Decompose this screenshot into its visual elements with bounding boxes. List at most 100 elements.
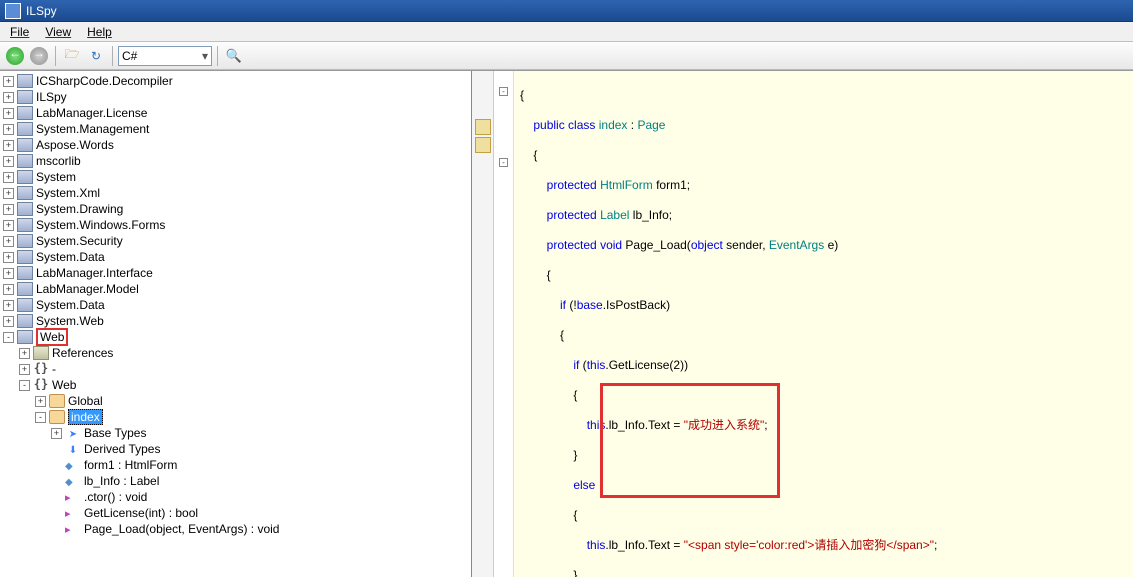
tree-node-index[interactable]: -index <box>3 409 471 425</box>
tree-node[interactable]: +System.Management <box>3 121 471 137</box>
expand-icon[interactable]: + <box>3 76 14 87</box>
tree-node[interactable]: + System.Windows.Forms <box>3 217 471 233</box>
tree-node[interactable]: +{}- <box>3 361 471 377</box>
tree-label: LabManager.License <box>36 106 147 120</box>
tree-node[interactable]: +System.Drawing <box>3 201 471 217</box>
folder-icon: 🗁 <box>65 45 80 66</box>
tree-label: ILSpy <box>36 90 67 104</box>
tree-node[interactable]: .ctor() : void <box>3 489 471 505</box>
tree-node[interactable]: GetLicense(int) : bool <box>3 505 471 521</box>
tree-node[interactable]: +Global <box>3 393 471 409</box>
expand-icon[interactable]: + <box>3 300 14 311</box>
tree-label: System.Web <box>36 314 104 328</box>
tree-label: System <box>36 170 76 184</box>
tree-node-web[interactable]: -Web <box>3 329 471 345</box>
tree-node[interactable]: Page_Load(object, EventArgs) : void <box>3 521 471 537</box>
tree-label: LabManager.Model <box>36 282 139 296</box>
nav-forward-button[interactable] <box>28 45 50 67</box>
assembly-icon <box>17 90 33 104</box>
expand-icon[interactable]: + <box>3 316 14 327</box>
collapse-icon[interactable]: - <box>3 332 14 343</box>
method-icon <box>65 522 81 536</box>
tree-node[interactable]: + LabManager.Model <box>3 281 471 297</box>
tree-label: System.Windows.Forms <box>36 218 165 232</box>
tree-node[interactable]: +System.Data <box>3 249 471 265</box>
tree-node[interactable]: + LabManager.License <box>3 105 471 121</box>
tree-node[interactable]: form1 : HtmlForm <box>3 457 471 473</box>
tree-label: Base Types <box>84 426 146 440</box>
menu-file[interactable]: File <box>2 23 37 41</box>
tree-node[interactable]: + Base Types <box>3 425 471 441</box>
tree-label: .ctor() : void <box>84 490 147 504</box>
expand-icon[interactable]: + <box>3 284 14 295</box>
tree-node[interactable]: +References <box>3 345 471 361</box>
spacer <box>51 508 62 519</box>
expand-icon[interactable]: + <box>19 348 30 359</box>
tree-node[interactable]: +mscorlib <box>3 153 471 169</box>
assembly-icon <box>17 282 33 296</box>
basetypes-icon <box>65 426 81 440</box>
tree-node[interactable]: +System.Xml <box>3 185 471 201</box>
expand-icon[interactable]: + <box>3 108 14 119</box>
tree-label: ICSharpCode.Decompiler <box>36 74 173 88</box>
gutter-icon[interactable] <box>475 137 491 153</box>
tree-label: form1 : HtmlForm <box>84 458 177 472</box>
expand-icon[interactable]: + <box>19 364 30 375</box>
menu-help[interactable]: Help <box>79 23 120 41</box>
search-icon: 🔍 <box>226 48 242 64</box>
expand-icon[interactable]: + <box>3 188 14 199</box>
assembly-icon <box>17 202 33 216</box>
tree-node[interactable]: +Aspose.Words <box>3 137 471 153</box>
tree-node[interactable]: -{}Web <box>3 377 471 393</box>
expand-icon[interactable]: + <box>3 92 14 103</box>
tree-node[interactable]: lb_Info : Label <box>3 473 471 489</box>
tree-label: GetLicense(int) : bool <box>84 506 198 520</box>
expand-icon[interactable]: + <box>3 124 14 135</box>
arrow-right-icon <box>30 47 48 65</box>
code-editor[interactable]: { public class index : Page { protected … <box>514 71 1133 577</box>
expand-icon[interactable]: + <box>3 156 14 167</box>
expand-icon[interactable]: + <box>3 140 14 151</box>
collapse-icon[interactable]: - <box>35 412 46 423</box>
search-button[interactable]: 🔍 <box>223 45 245 67</box>
tree-node[interactable]: + System <box>3 169 471 185</box>
tree-node[interactable]: + System.Web <box>3 313 471 329</box>
refresh-button[interactable]: ↻ <box>85 45 107 67</box>
expand-icon[interactable]: + <box>3 172 14 183</box>
tree-label: Page_Load(object, EventArgs) : void <box>84 522 279 536</box>
refresh-icon: ↻ <box>91 49 101 63</box>
assembly-icon <box>17 122 33 136</box>
code-line: { <box>520 268 1127 283</box>
spacer <box>51 524 62 535</box>
fold-icon[interactable]: - <box>499 158 508 167</box>
code-line: if (!base.IsPostBack) <box>520 298 1127 313</box>
code-line: } <box>520 568 1127 577</box>
tree-node[interactable]: + ILSpy <box>3 89 471 105</box>
assembly-icon <box>17 250 33 264</box>
fold-icon[interactable]: - <box>499 87 508 96</box>
assembly-icon <box>17 298 33 312</box>
tree-label: System.Security <box>36 234 123 248</box>
collapse-icon[interactable]: - <box>19 380 30 391</box>
tree-node[interactable]: +LabManager.Interface <box>3 265 471 281</box>
menu-view[interactable]: View <box>37 23 79 41</box>
tree-node[interactable]: + ICSharpCode.Decompiler <box>3 73 471 89</box>
tree-node[interactable]: +System.Data <box>3 297 471 313</box>
open-button[interactable]: 🗁 <box>61 45 83 67</box>
gutter-icon[interactable] <box>475 119 491 135</box>
code-line: this.lb_Info.Text = "<span style='color:… <box>520 538 1127 553</box>
expand-icon[interactable]: + <box>35 396 46 407</box>
expand-icon[interactable]: + <box>51 428 62 439</box>
expand-icon[interactable]: + <box>3 236 14 247</box>
tree-pane[interactable]: +ICSharpCode.Decompiler +ILSpy +LabManag… <box>0 71 472 577</box>
expand-icon[interactable]: + <box>3 268 14 279</box>
tree-node[interactable]: Derived Types <box>3 441 471 457</box>
tree-node[interactable]: + System.Security <box>3 233 471 249</box>
expand-icon[interactable]: + <box>3 220 14 231</box>
tree-label: lb_Info : Label <box>84 474 159 488</box>
expand-icon[interactable]: + <box>3 204 14 215</box>
nav-back-button[interactable] <box>4 45 26 67</box>
language-combo[interactable]: C# <box>118 46 212 66</box>
expand-icon[interactable]: + <box>3 252 14 263</box>
highlight-box <box>600 383 780 498</box>
